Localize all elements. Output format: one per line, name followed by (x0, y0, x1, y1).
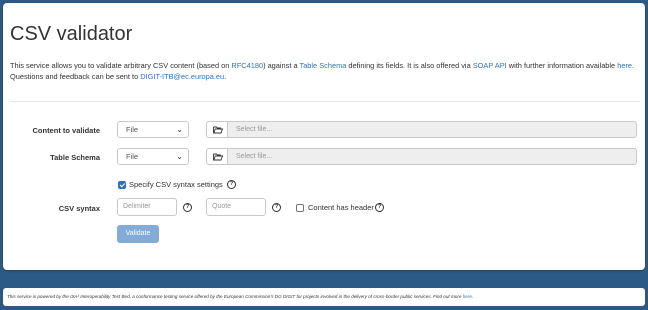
content-file-input[interactable]: Select file... (228, 121, 637, 138)
main-panel: CSV validator This service allows you to… (3, 3, 645, 270)
footer-here-link[interactable]: here (463, 294, 472, 299)
validate-button[interactable]: Validate (117, 225, 159, 243)
chevron-down-icon: ⌄ (176, 125, 183, 134)
content-to-validate-label: Content to validate (32, 126, 100, 135)
table-schema-label: Table Schema (50, 153, 100, 162)
rfc-link[interactable]: RFC4180 (231, 61, 263, 70)
content-type-select[interactable]: File ⌄ (117, 121, 189, 138)
delimiter-input[interactable]: Delimiter (117, 198, 177, 216)
schema-file-button[interactable] (206, 148, 228, 165)
divider (10, 101, 640, 102)
content-type-value: File (126, 125, 139, 134)
quote-input[interactable]: Quote (206, 198, 266, 216)
desc-text-3: defining its fields. It is also offered … (346, 61, 473, 70)
question-circle-icon[interactable]: ? (183, 203, 192, 212)
header-label: Content has header (308, 203, 374, 212)
footer-text-1: This service is powered by the (7, 294, 71, 299)
here-link[interactable]: here (617, 61, 632, 70)
footer: This service is powered by the ISA² Inte… (3, 288, 645, 306)
soap-api-link[interactable]: SOAP API (473, 61, 507, 70)
footer-text-2: , a conformance testing service offered … (129, 294, 463, 299)
desc-text-2: ) against a (263, 61, 300, 70)
question-circle-icon[interactable]: ? (375, 203, 384, 212)
syntax-settings-checkbox[interactable] (118, 181, 126, 189)
content-file-button[interactable] (206, 121, 228, 138)
question-circle-icon[interactable]: ? (227, 180, 236, 189)
desc-text-6: . (224, 72, 227, 81)
schema-type-select[interactable]: File ⌄ (117, 148, 189, 165)
page-title: CSV validator (10, 23, 133, 45)
folder-open-icon (213, 153, 223, 161)
chevron-down-icon: ⌄ (176, 152, 183, 161)
csv-syntax-label: CSV syntax (58, 204, 100, 213)
question-circle-icon[interactable]: ? (272, 203, 281, 212)
page-description: This service allows you to validate arbi… (10, 60, 638, 82)
desc-text-1: This service allows you to validate arbi… (10, 61, 232, 70)
header-checkbox[interactable] (296, 204, 304, 212)
schema-type-value: File (126, 152, 139, 161)
email-link[interactable]: DIGIT-ITB@ec.europa.eu (140, 72, 224, 81)
syntax-settings-label: Specify CSV syntax settings (129, 180, 223, 189)
table-schema-link[interactable]: Table Schema (300, 61, 347, 70)
footer-isa-text: ISA² Interoperability Test Bed (70, 294, 130, 299)
footer-text-3: . (471, 294, 474, 299)
desc-text-4: with further information available (506, 61, 618, 70)
folder-open-icon (213, 126, 223, 134)
schema-file-input[interactable]: Select file... (228, 148, 637, 165)
